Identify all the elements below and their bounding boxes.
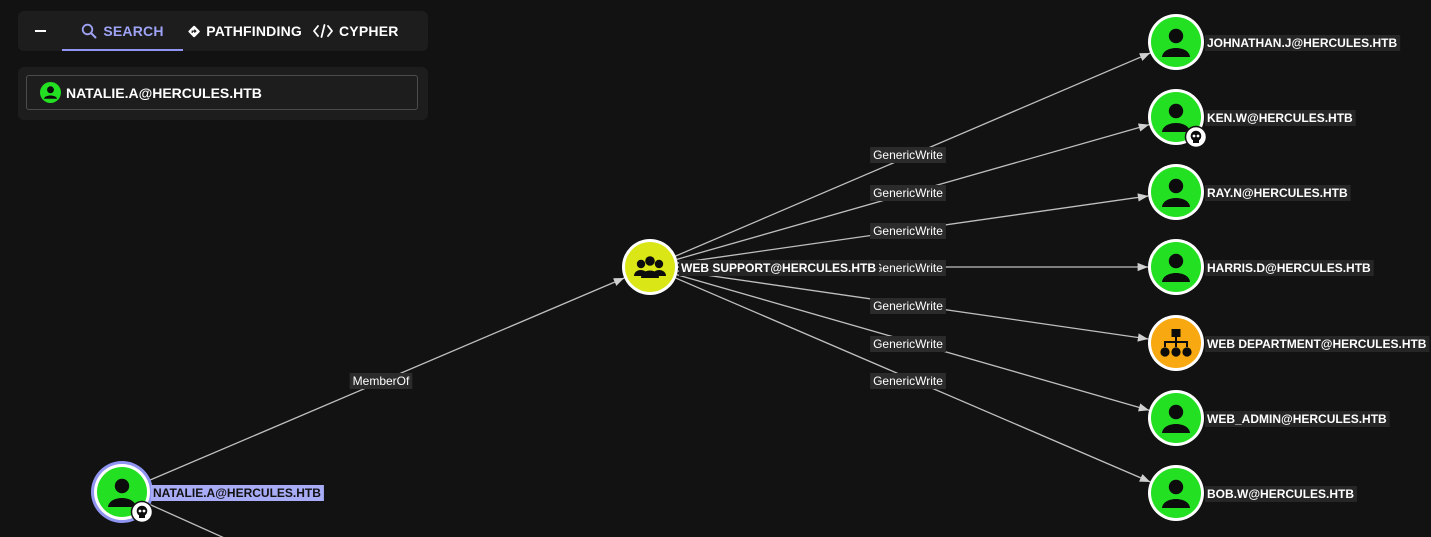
node-label: WEB_ADMIN@HERCULES.HTB: [1207, 412, 1387, 426]
edge-label[interactable]: GenericWrite: [870, 185, 946, 201]
edge-label[interactable]: GenericWrite: [870, 373, 946, 389]
selected-node-name: NATALIE.A@HERCULES.HTB: [66, 84, 262, 101]
edge-label[interactable]: GenericWrite: [870, 260, 946, 276]
code-icon: [313, 24, 333, 38]
node-label: JOHNATHAN.J@HERCULES.HTB: [1207, 36, 1397, 50]
user-icon: [40, 82, 61, 103]
graph-node-webdept[interactable]: WEB DEPARTMENT@HERCULES.HTB: [1148, 315, 1430, 371]
edge-label-text: GenericWrite: [873, 148, 943, 162]
user-icon: [1168, 404, 1184, 420]
tab-pathfinding[interactable]: PATHFINDING: [183, 11, 313, 51]
tab-search[interactable]: SEARCH: [62, 11, 183, 51]
edge-label[interactable]: GenericWrite: [870, 336, 946, 352]
node-label: WEB DEPARTMENT@HERCULES.HTB: [1207, 337, 1427, 351]
graph-node-harris[interactable]: HARRIS.D@HERCULES.HTB: [1148, 239, 1374, 295]
edge-label-text: GenericWrite: [873, 337, 943, 351]
user-icon: [1168, 103, 1184, 119]
user-icon: [1168, 28, 1184, 44]
tab-pathfinding-label: PATHFINDING: [206, 23, 302, 39]
graph-node-ken[interactable]: KEN.W@HERCULES.HTB: [1148, 89, 1356, 149]
node-label: HARRIS.D@HERCULES.HTB: [1207, 261, 1371, 275]
node-label: WEB SUPPORT@HERCULES.HTB: [681, 261, 876, 275]
edge-label[interactable]: GenericWrite: [870, 298, 946, 314]
search-icon: [82, 23, 97, 39]
graph-node-bob[interactable]: BOB.W@HERCULES.HTB: [1148, 465, 1358, 521]
node-label: RAY.N@HERCULES.HTB: [1207, 186, 1348, 200]
user-icon: [1168, 178, 1184, 194]
node-circle: [625, 242, 675, 292]
node-label: NATALIE.A@HERCULES.HTB: [153, 486, 321, 500]
pathfinding-icon: [188, 25, 200, 37]
collapse-button[interactable]: [18, 11, 62, 51]
search-panel: SEARCH PATHFINDING CYPHER: [18, 11, 428, 51]
edge-label[interactable]: GenericWrite: [870, 223, 946, 239]
edge-label-text: GenericWrite: [873, 186, 943, 200]
edge-label-text: MemberOf: [353, 374, 410, 388]
graph-node-webadmin[interactable]: WEB_ADMIN@HERCULES.HTB: [1148, 390, 1390, 446]
graph-node-natalie[interactable]: NATALIE.A@HERCULES.HTB: [91, 461, 324, 524]
tab-cypher-label: CYPHER: [339, 23, 399, 39]
node-label: KEN.W@HERCULES.HTB: [1207, 111, 1353, 125]
edge-label-text: GenericWrite: [873, 261, 943, 275]
user-icon: [1168, 253, 1184, 269]
search-result-panel: NATALIE.A@HERCULES.HTB: [18, 67, 428, 120]
user-icon: [114, 478, 130, 494]
graph-node-johnathan[interactable]: JOHNATHAN.J@HERCULES.HTB: [1148, 14, 1401, 70]
tab-cypher[interactable]: CYPHER: [313, 11, 410, 51]
graph-node-ray[interactable]: RAY.N@HERCULES.HTB: [1148, 164, 1351, 220]
edge-label-text: GenericWrite: [873, 224, 943, 238]
selected-node-field[interactable]: NATALIE.A@HERCULES.HTB: [26, 75, 418, 110]
edge-label-text: GenericWrite: [873, 374, 943, 388]
graph-node-websupport[interactable]: WEB SUPPORT@HERCULES.HTB: [622, 239, 880, 295]
owned-skull-icon: [130, 500, 154, 524]
node-label: BOB.W@HERCULES.HTB: [1207, 487, 1354, 501]
minus-icon: [34, 30, 46, 32]
edge-label-text: GenericWrite: [873, 299, 943, 313]
edge-label[interactable]: MemberOf: [349, 373, 413, 389]
tab-search-label: SEARCH: [103, 23, 164, 39]
user-icon: [1168, 479, 1184, 495]
edge-label[interactable]: GenericWrite: [870, 147, 946, 163]
owned-skull-icon: [1184, 125, 1208, 149]
